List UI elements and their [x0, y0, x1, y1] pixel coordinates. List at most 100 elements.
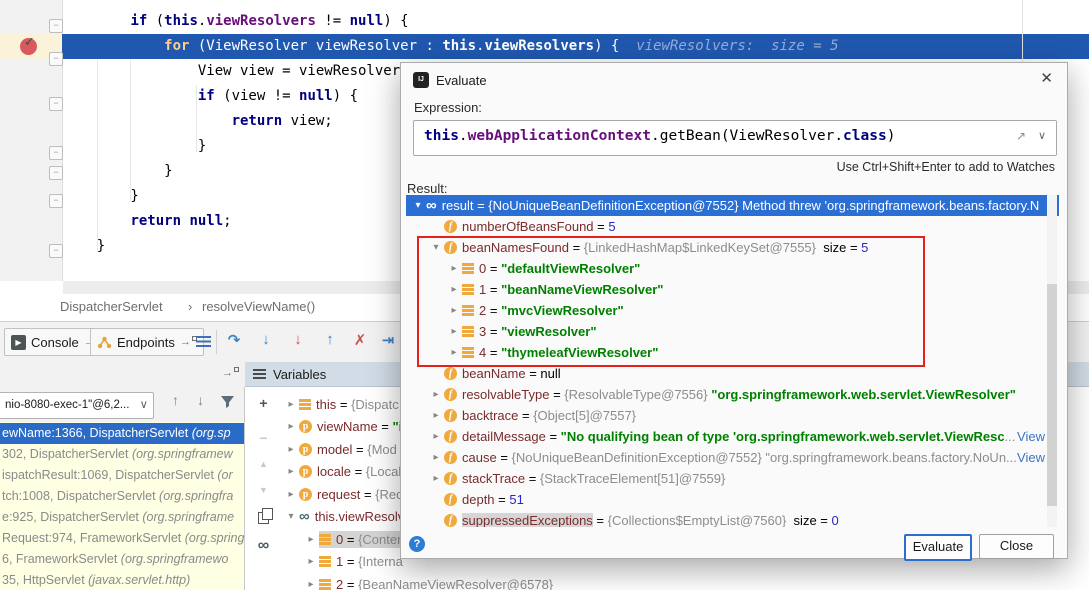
frame-row[interactable]: ewName:1366, DispatcherServlet (org.sp	[0, 423, 244, 444]
pin-icon[interactable]: →	[222, 367, 239, 379]
move-down-icon[interactable]: ▼	[245, 485, 282, 495]
result-row[interactable]: ▾fbeanNamesFound = {LinkedHashMap$Linked…	[406, 237, 1059, 258]
fold-marker-icon[interactable]: −	[49, 146, 63, 160]
frame-down-icon[interactable]: ↓	[197, 392, 204, 408]
result-row[interactable]: ▸fresolvableType = {ResolvableType@7556}…	[406, 384, 1059, 405]
evaluate-button[interactable]: Evaluate	[904, 534, 972, 561]
filter-frames-icon[interactable]	[220, 395, 235, 409]
tree-chevron-icon[interactable]: ▸	[446, 347, 462, 358]
step-into-icon[interactable]: ↓	[256, 331, 276, 348]
parameter-icon: p	[299, 465, 312, 478]
array-item-icon	[319, 534, 331, 545]
ide-window: if (this.viewResolvers != null) { for (V…	[0, 0, 1089, 590]
tree-chevron-icon[interactable]: ▸	[446, 326, 462, 337]
field-icon: f	[444, 472, 457, 485]
fold-marker-icon[interactable]: −	[49, 19, 63, 33]
tree-chevron-icon[interactable]: ▸	[283, 421, 299, 432]
run-to-cursor-icon[interactable]: ⇥	[378, 331, 398, 349]
tree-chevron-icon[interactable]: ▾	[428, 242, 444, 253]
chevron-down-icon[interactable]: ∨	[1038, 129, 1046, 142]
step-out-icon[interactable]: ↑	[320, 331, 340, 348]
close-icon[interactable]: ✕	[1040, 69, 1053, 87]
console-icon: ▶	[11, 335, 26, 350]
remove-watch-icon[interactable]: −	[245, 430, 282, 446]
tree-chevron-icon[interactable]: ▸	[283, 444, 299, 455]
force-step-into-icon[interactable]: ↓	[288, 331, 308, 348]
result-row[interactable]: ▸fdetailMessage = "No qualifying bean of…	[406, 426, 1059, 447]
result-row[interactable]: ▸4 = "thymeleafViewResolver"	[406, 342, 1059, 363]
field-icon: f	[444, 409, 457, 422]
add-watch-icon[interactable]: +	[245, 395, 282, 411]
duplicate-watch-icon[interactable]	[245, 511, 282, 527]
result-row[interactable]: fnumberOfBeansFound = 5	[406, 216, 1059, 237]
result-row[interactable]: fbeanName = null	[406, 363, 1059, 384]
view-link[interactable]: View	[1017, 429, 1045, 444]
tab-endpoints-label: Endpoints	[117, 335, 175, 350]
show-watches-icon[interactable]: ∞	[245, 537, 282, 555]
layout-menu-icon[interactable]	[196, 336, 211, 347]
breakpoint-verified-check-icon: ✓	[24, 34, 35, 50]
result-scrollbar-thumb[interactable]	[1047, 284, 1057, 506]
close-button[interactable]: Close	[979, 534, 1054, 559]
expand-editor-icon[interactable]: ↗	[1016, 129, 1026, 143]
result-row[interactable]: ▸2 = "mvcViewResolver"	[406, 300, 1059, 321]
view-link[interactable]: View	[1017, 450, 1045, 465]
array-item-icon	[462, 347, 474, 358]
breadcrumb-class[interactable]: DispatcherServlet	[60, 299, 163, 314]
frame-up-icon[interactable]: ↑	[172, 392, 179, 408]
frame-row[interactable]: ispatchResult:1069, DispatcherServlet (o…	[0, 465, 244, 486]
frame-row[interactable]: Request:974, FrameworkServlet (org.sprin…	[0, 528, 244, 549]
tree-chevron-icon[interactable]: ▸	[303, 534, 319, 545]
fold-marker-icon[interactable]: −	[49, 97, 63, 111]
expression-input[interactable]: this.webApplicationContext.getBean(ViewR…	[413, 120, 1057, 156]
result-row[interactable]: fdepth = 51	[406, 489, 1059, 510]
frame-row[interactable]: 6, FrameworkServlet (org.springframewo	[0, 549, 244, 570]
tree-chevron-icon[interactable]: ▸	[428, 431, 444, 442]
result-row[interactable]: ▸1 = "beanNameViewResolver"	[406, 279, 1059, 300]
result-row[interactable]: ▸fstackTrace = {StackTraceElement[51]@75…	[406, 468, 1059, 489]
tree-chevron-icon[interactable]: ▸	[446, 305, 462, 316]
tree-chevron-icon[interactable]: ▸	[303, 579, 319, 590]
tree-chevron-icon[interactable]: ▸	[428, 389, 444, 400]
tree-chevron-icon[interactable]: ▾	[283, 511, 299, 522]
move-up-icon[interactable]: ▲	[245, 459, 282, 469]
fold-marker-icon[interactable]: −	[49, 52, 63, 66]
code-line: if (view != null) {	[63, 84, 358, 109]
tree-chevron-icon[interactable]: ▾	[410, 200, 426, 211]
tree-chevron-icon[interactable]: ▸	[428, 410, 444, 421]
tree-chevron-icon[interactable]: ▸	[428, 473, 444, 484]
fold-marker-icon[interactable]: −	[49, 166, 63, 180]
frame-row[interactable]: 302, DispatcherServlet (org.springframew	[0, 444, 244, 465]
tree-chevron-icon[interactable]: ▸	[303, 556, 319, 567]
result-row[interactable]: ▸0 = "defaultViewResolver"	[406, 258, 1059, 279]
breakpoint-icon[interactable]: ✓	[20, 38, 37, 55]
result-tree: ▾∞result = {NoUniqueBeanDefinitionExcept…	[406, 195, 1059, 527]
breadcrumb-method[interactable]: resolveViewName()	[202, 299, 315, 314]
tree-chevron-icon[interactable]: ▸	[428, 452, 444, 463]
thread-selector[interactable]: nio-8080-exec-1"@6,2... ∨	[0, 392, 154, 419]
tree-chevron-icon[interactable]: ▸	[446, 263, 462, 274]
tree-chevron-icon[interactable]: ▸	[283, 489, 299, 500]
result-row[interactable]: ▾∞result = {NoUniqueBeanDefinitionExcept…	[406, 195, 1059, 216]
result-row[interactable]: fsuppressedExceptions = {Collections$Emp…	[406, 510, 1059, 527]
frame-row[interactable]: e:925, DispatcherServlet (org.springfram…	[0, 507, 244, 528]
frame-row[interactable]: tch:1008, DispatcherServlet (org.springf…	[0, 486, 244, 507]
result-row[interactable]: ▸3 = "viewResolver"	[406, 321, 1059, 342]
step-over-icon[interactable]: ↷	[224, 331, 244, 349]
tab-endpoints[interactable]: Endpoints →	[90, 328, 204, 356]
tree-chevron-icon[interactable]: ▸	[283, 399, 299, 410]
help-icon[interactable]: ?	[409, 536, 425, 552]
fold-marker-icon[interactable]: −	[49, 194, 63, 208]
result-row[interactable]: ▸fcause = {NoUniqueBeanDefinitionExcepti…	[406, 447, 1059, 468]
variable-row[interactable]: ▸2 = {BeanNameViewResolver@6578}	[283, 573, 1089, 590]
drop-frame-icon[interactable]: ✗	[350, 331, 370, 349]
variables-menu-icon	[253, 369, 266, 379]
tree-chevron-icon[interactable]: ▸	[446, 284, 462, 295]
evaluate-dialog: IJ Evaluate ✕ Expression: this.webApplic…	[400, 62, 1068, 559]
fold-marker-icon[interactable]: −	[49, 244, 63, 258]
pin-icon: →	[180, 336, 197, 348]
tree-chevron-icon[interactable]: ▸	[283, 466, 299, 477]
frame-row[interactable]: 35, HttpServlet (javax.servlet.http)	[0, 570, 244, 590]
result-row[interactable]: ▸fbacktrace = {Object[5]@7557}	[406, 405, 1059, 426]
code-line: }	[63, 134, 206, 159]
